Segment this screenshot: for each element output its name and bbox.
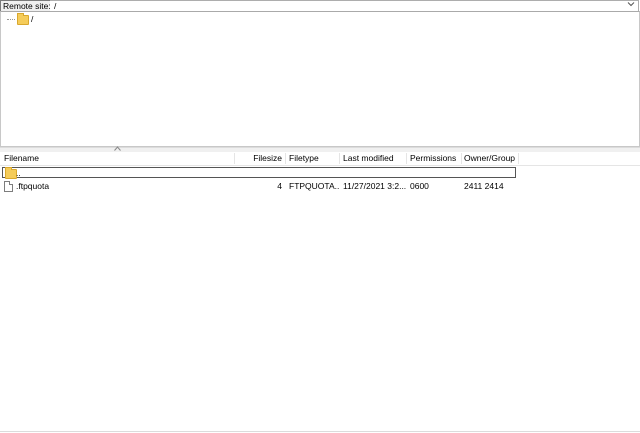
- list-bottom-border: [0, 431, 640, 432]
- column-header-filename[interactable]: Filename: [4, 152, 232, 165]
- column-divider[interactable]: [461, 153, 462, 164]
- tree-item-label[interactable]: /: [31, 14, 33, 25]
- remote-address-bar: Remote site: /: [0, 0, 640, 12]
- column-divider[interactable]: [339, 153, 340, 164]
- remote-site-panel: Remote site: / / Filename Filesize Filet…: [0, 0, 640, 433]
- list-item-file[interactable]: .ftpquota 4 FTPQUOTA... 11/27/2021 3:2..…: [0, 180, 640, 192]
- column-header-filesize[interactable]: Filesize: [236, 152, 282, 165]
- remote-path-value[interactable]: /: [54, 1, 56, 11]
- row-filesize: 4: [277, 181, 282, 191]
- row-permissions: 0600: [410, 181, 429, 191]
- row-owner-group: 2411 2414: [464, 181, 504, 191]
- column-header-last-modified[interactable]: Last modified: [343, 152, 403, 165]
- file-list-header: Filename Filesize Filetype Last modified…: [0, 152, 640, 166]
- row-filetype: FTPQUOTA...: [289, 181, 339, 191]
- file-icon: [4, 181, 13, 192]
- row-filename: .ftpquota: [16, 181, 50, 191]
- column-divider[interactable]: [406, 153, 407, 164]
- column-divider[interactable]: [234, 153, 235, 164]
- tree-connector-line: [7, 19, 15, 20]
- column-divider[interactable]: [518, 153, 519, 164]
- row-filename: ..: [16, 168, 21, 178]
- folder-icon: [17, 13, 29, 25]
- chevron-down-icon[interactable]: [626, 0, 636, 10]
- column-header-owner-group[interactable]: Owner/Group: [464, 152, 518, 165]
- column-divider[interactable]: [285, 153, 286, 164]
- remote-directory-tree[interactable]: /: [0, 11, 640, 147]
- row-last-modified: 11/27/2021 3:2...: [343, 181, 406, 191]
- column-header-permissions[interactable]: Permissions: [410, 152, 460, 165]
- column-header-filetype[interactable]: Filetype: [289, 152, 337, 165]
- list-item-parent-directory[interactable]: ..: [0, 167, 640, 179]
